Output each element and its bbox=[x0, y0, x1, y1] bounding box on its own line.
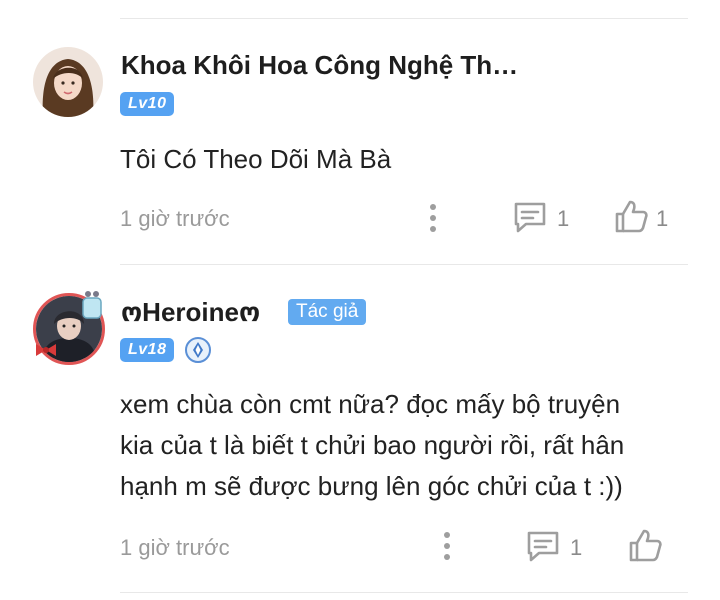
comment-text-line: xem chùa còn cmt nữa? đọc mấy bộ truyện bbox=[120, 389, 621, 419]
avatar-frame-decoration-icon bbox=[80, 290, 104, 325]
more-vertical-icon[interactable] bbox=[424, 203, 442, 238]
thumbs-up-icon[interactable] bbox=[627, 527, 663, 568]
comment-timestamp: 1 giờ trước bbox=[120, 206, 230, 231]
comment-text: xem chùa còn cmt nữa? đọc mấy bộ truyện … bbox=[120, 384, 624, 507]
comment-text-line: hạnh m sẽ được bưng lên góc chửi của t :… bbox=[120, 471, 623, 501]
thumbs-up-icon[interactable] bbox=[613, 198, 649, 239]
comment-timestamp: 1 giờ trước bbox=[120, 535, 230, 560]
more-vertical-icon[interactable] bbox=[438, 531, 456, 566]
level-badge: Lv18 bbox=[120, 338, 175, 362]
comment-text-line: kia của t là biết t chửi bao người rồi, … bbox=[120, 430, 625, 460]
comment-author-name[interactable]: Khoa Khôi Hoa Công Nghệ Th… bbox=[121, 50, 518, 81]
comment-text: Tôi Có Theo Dõi Mà Bà bbox=[120, 139, 391, 180]
divider bbox=[120, 18, 688, 19]
comment-icon[interactable] bbox=[512, 200, 548, 239]
reply-count: 1 bbox=[557, 206, 570, 231]
like-count: 1 bbox=[656, 206, 669, 231]
comment-author-name[interactable]: ოHeroineო bbox=[121, 297, 260, 328]
author-badge: Tác giả bbox=[288, 299, 367, 325]
avatar[interactable] bbox=[33, 47, 103, 117]
reply-count: 1 bbox=[570, 535, 583, 560]
divider bbox=[120, 592, 688, 593]
level-badge: Lv10 bbox=[120, 92, 175, 116]
achievement-medal-icon[interactable] bbox=[184, 336, 212, 369]
avatar-bow-icon bbox=[34, 342, 58, 363]
comment-text-line: Tôi Có Theo Dõi Mà Bà bbox=[120, 144, 392, 174]
divider bbox=[120, 264, 688, 265]
comment-icon[interactable] bbox=[525, 529, 561, 568]
